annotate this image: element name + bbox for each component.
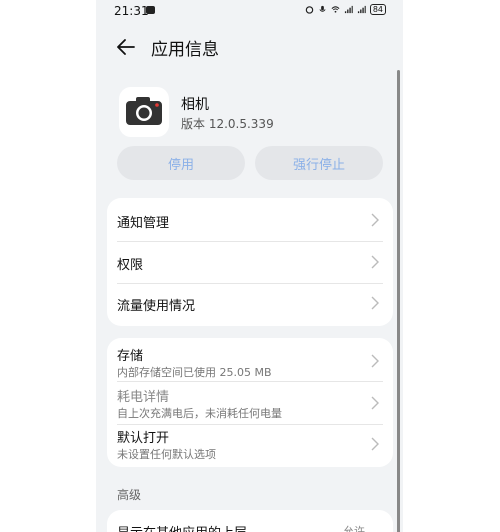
wifi-icon (331, 6, 340, 13)
list-item-label: 流量使用情况 (117, 299, 196, 314)
page-title: 应用信息 (151, 40, 219, 60)
list-item-data-usage[interactable]: 流量使用情况 (107, 283, 393, 326)
back-arrow-icon[interactable] (114, 36, 138, 58)
message-icon (146, 6, 155, 14)
list-item-battery-usage[interactable]: 耗电详情 自上次充满电后，未消耗任何电量 (107, 381, 393, 424)
list-item-label: 权限 (117, 258, 144, 273)
app-bar: 应用信息 (96, 32, 403, 62)
camera-app-icon (119, 87, 169, 137)
list-item-value: 允许 (343, 525, 365, 532)
list-item-subtitle: 内部存储空间已使用 25.05 MB (117, 366, 272, 379)
settings-card-primary: 通知管理 权限 流量使用情况 (107, 198, 393, 326)
list-item-label: 存储 (117, 349, 144, 364)
microphone-icon (319, 5, 326, 12)
chevron-right-icon (371, 437, 379, 451)
list-item-subtitle: 未设置任何默认选项 (117, 448, 216, 461)
status-time: 21:31 (114, 4, 149, 18)
battery-indicator: 84 (369, 4, 386, 15)
force-stop-button[interactable]: 强行停止 (255, 146, 383, 180)
scrollbar[interactable] (397, 70, 400, 532)
list-item-label: 默认打开 (117, 431, 170, 446)
list-item-display-over-apps[interactable]: 显示在其他应用的上层 允许 (107, 510, 393, 532)
chevron-right-icon (371, 296, 379, 310)
status-bar: 21:31 84 (96, 0, 403, 24)
chevron-right-icon (371, 396, 379, 410)
list-item-subtitle: 自上次充满电后，未消耗任何电量 (117, 407, 282, 420)
signal-icon (344, 5, 353, 14)
list-item-permissions[interactable]: 权限 (107, 241, 393, 283)
phone-screen: 21:31 84 应用信息 相机 版本 12.0.5.339 停用 强行停止 通… (96, 0, 403, 532)
app-version: 版本 12.0.5.339 (181, 117, 274, 131)
app-name: 相机 (181, 97, 209, 113)
alarm-icon (305, 6, 314, 14)
chevron-right-icon (371, 255, 379, 269)
list-item-open-by-default[interactable]: 默认打开 未设置任何默认选项 (107, 424, 393, 467)
chevron-right-icon (371, 213, 379, 227)
signal-icon-2 (357, 5, 366, 14)
list-item-storage[interactable]: 存储 内部存储空间已使用 25.05 MB (107, 338, 393, 381)
list-item-label: 耗电详情 (117, 390, 170, 405)
list-item-notifications[interactable]: 通知管理 (107, 198, 393, 241)
settings-card-advanced: 显示在其他应用的上层 允许 (107, 510, 393, 532)
settings-card-storage: 存储 内部存储空间已使用 25.05 MB 耗电详情 自上次充满电后，未消耗任何… (107, 338, 393, 467)
section-header-advanced: 高级 (117, 488, 142, 502)
list-item-label: 通知管理 (117, 216, 170, 231)
chevron-right-icon (371, 354, 379, 368)
list-item-label: 显示在其他应用的上层 (117, 522, 247, 532)
camera-icon (126, 97, 162, 125)
disable-button[interactable]: 停用 (117, 146, 245, 180)
status-icons: 84 (305, 4, 386, 15)
